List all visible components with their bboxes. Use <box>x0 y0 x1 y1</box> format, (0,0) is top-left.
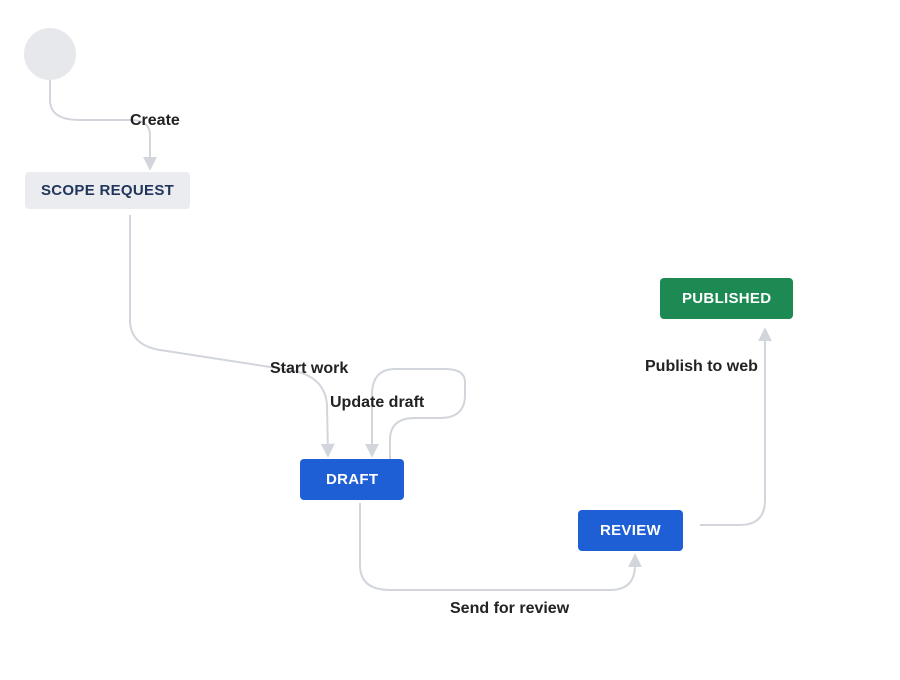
node-label: REVIEW <box>600 522 661 539</box>
edge-label-publish-to-web: Publish to web <box>645 358 758 376</box>
node-label: SCOPE REQUEST <box>41 182 174 199</box>
edge-label-start-work: Start work <box>270 360 348 378</box>
edge-update-draft <box>372 369 465 460</box>
edge-label-send-for-review: Send for review <box>450 600 569 618</box>
node-draft: DRAFT <box>300 459 404 500</box>
node-label: DRAFT <box>326 471 378 488</box>
node-published: PUBLISHED <box>660 278 793 319</box>
start-node <box>24 28 76 80</box>
workflow-diagram: SCOPE REQUEST DRAFT REVIEW PUBLISHED Cre… <box>0 0 900 680</box>
edge-label-create: Create <box>130 112 180 130</box>
connector-layer <box>0 0 900 680</box>
node-scope-request: SCOPE REQUEST <box>25 172 190 209</box>
edge-label-update-draft: Update draft <box>330 394 424 412</box>
edge-start-work <box>130 215 328 455</box>
node-label: PUBLISHED <box>682 290 771 307</box>
node-review: REVIEW <box>578 510 683 551</box>
